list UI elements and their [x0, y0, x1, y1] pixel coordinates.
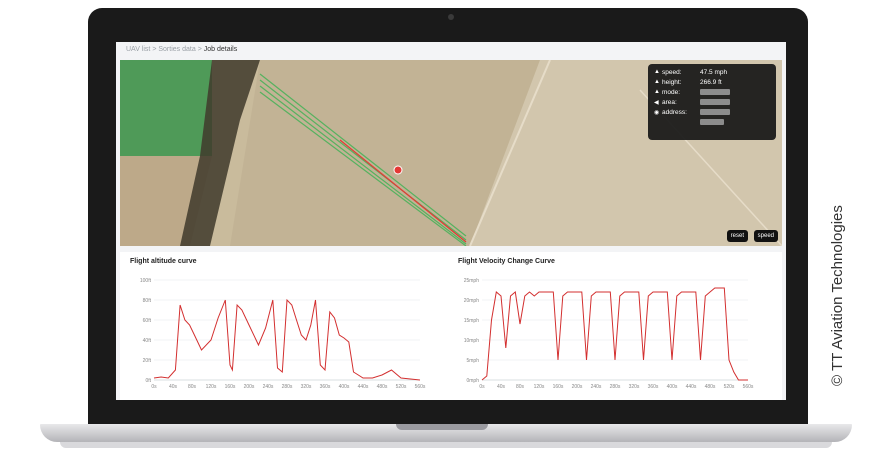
redacted-value	[700, 99, 730, 105]
drone-marker-icon[interactable]	[393, 165, 403, 175]
flight-info-panel: ▲ speed: 47.5 mph ▲ height: 266.9 ft ▲ m…	[648, 64, 776, 140]
up-arrow-icon: ▲	[654, 69, 660, 75]
speed-button[interactable]: speed	[753, 230, 778, 242]
info-row-height: ▲ height: 266.9 ft	[654, 77, 770, 87]
x-tick-label: 560s	[415, 384, 426, 390]
x-tick-label: 320s	[301, 384, 312, 390]
x-tick-label: 280s	[610, 384, 621, 390]
info-key: area:	[662, 98, 677, 106]
laptop-shadow	[60, 442, 832, 448]
redacted-value	[700, 89, 730, 95]
up-arrow-icon: ▲	[654, 79, 660, 85]
y-tick-label: 60ft	[143, 318, 152, 324]
redacted-value	[700, 109, 730, 115]
x-tick-label: 80s	[516, 384, 525, 390]
breadcrumb-separator: >	[152, 46, 157, 53]
x-tick-label: 320s	[629, 384, 640, 390]
x-tick-label: 280s	[282, 384, 293, 390]
info-value: 266.9 ft	[700, 78, 722, 86]
x-tick-label: 40s	[497, 384, 506, 390]
camera-icon	[448, 14, 454, 20]
info-row-address-cont	[654, 117, 770, 127]
info-row-address: ◉ address:	[654, 107, 770, 117]
y-tick-label: 100ft	[140, 278, 152, 284]
velocity-chart-svg: 25mph 20mph 15mph 10mph 5mph 0mph0s 40s 80s 120s…	[464, 278, 754, 390]
series-line	[481, 287, 748, 381]
y-tick-label: 20mph	[464, 298, 480, 304]
x-tick-label: 120s	[206, 384, 217, 390]
breadcrumb: UAV list > Sorties data > Job details	[126, 46, 237, 53]
charts-panel: Flight altitude curve 100ft 80ft 60ft 40ft 2…	[120, 252, 782, 400]
y-tick-label: 20ft	[143, 358, 152, 364]
x-tick-label: 360s	[648, 384, 659, 390]
info-row-mode: ▲ mode:	[654, 87, 770, 97]
x-tick-label: 360s	[320, 384, 331, 390]
info-row-speed: ▲ speed: 47.5 mph	[654, 67, 770, 77]
y-tick-label: 15mph	[464, 318, 480, 324]
x-tick-label: 120s	[534, 384, 545, 390]
x-tick-label: 520s	[724, 384, 735, 390]
info-key: address:	[662, 108, 687, 116]
satellite-map[interactable]: ▲ speed: 47.5 mph ▲ height: 266.9 ft ▲ m…	[120, 60, 782, 246]
x-tick-label: 440s	[358, 384, 369, 390]
x-tick-label: 160s	[553, 384, 564, 390]
x-tick-label: 400s	[339, 384, 350, 390]
x-tick-label: 240s	[591, 384, 602, 390]
x-tick-label: 480s	[377, 384, 388, 390]
redacted-value	[700, 119, 724, 125]
x-tick-label: 40s	[169, 384, 178, 390]
y-tick-label: 0mph	[466, 378, 479, 384]
app-screen: UAV list > Sorties data > Job details ▲ …	[116, 42, 786, 400]
breadcrumb-current: Job details	[203, 46, 238, 53]
info-key: height:	[662, 78, 682, 86]
info-key: mode:	[662, 88, 681, 96]
x-tick-label: 160s	[225, 384, 236, 390]
chart-title: Flight Velocity Change Curve	[458, 258, 555, 265]
breadcrumb-uav-list[interactable]: UAV list	[126, 46, 150, 53]
reset-button[interactable]: reset	[726, 230, 748, 242]
altitude-chart-svg: 100ft80ft60ft40ft20ft0ft0s 40s 80s 120s 160s…	[140, 278, 426, 390]
info-row-area: ◀ area:	[654, 97, 770, 107]
info-value: 47.5 mph	[700, 68, 728, 76]
up-arrow-icon: ▲	[654, 89, 660, 95]
x-tick-label: 440s	[686, 384, 697, 390]
chart-title: Flight altitude curve	[130, 258, 197, 265]
info-key: speed:	[662, 68, 682, 76]
breadcrumb-sorties-data[interactable]: Sorties data	[158, 46, 195, 53]
x-tick-label: 80s	[188, 384, 197, 390]
copyright-watermark: © TT Aviation Technologies	[829, 205, 846, 386]
altitude-chart: Flight altitude curve 100ft 80ft 60ft 40ft 2…	[120, 252, 440, 400]
x-tick-label: 520s	[396, 384, 407, 390]
pin-icon: ◉	[654, 109, 660, 116]
x-tick-label: 240s	[263, 384, 274, 390]
breadcrumb-separator: >	[197, 46, 202, 53]
laptop-notch	[396, 424, 488, 430]
y-tick-label: 25mph	[464, 278, 480, 284]
y-tick-label: 10mph	[464, 338, 480, 344]
x-tick-label: 0s	[479, 384, 485, 390]
x-tick-label: 560s	[743, 384, 754, 390]
y-tick-label: 80ft	[143, 298, 152, 304]
green-field	[120, 60, 212, 156]
y-tick-label: 5mph	[466, 358, 479, 364]
velocity-chart: Flight Velocity Change Curve 25mph 20mph 1…	[448, 252, 768, 400]
y-tick-label: 40ft	[143, 338, 152, 344]
x-tick-label: 0s	[151, 384, 157, 390]
x-tick-label: 200s	[572, 384, 583, 390]
area-icon: ◀	[654, 99, 659, 106]
x-tick-label: 400s	[667, 384, 678, 390]
x-tick-label: 480s	[705, 384, 716, 390]
x-tick-label: 200s	[244, 384, 255, 390]
